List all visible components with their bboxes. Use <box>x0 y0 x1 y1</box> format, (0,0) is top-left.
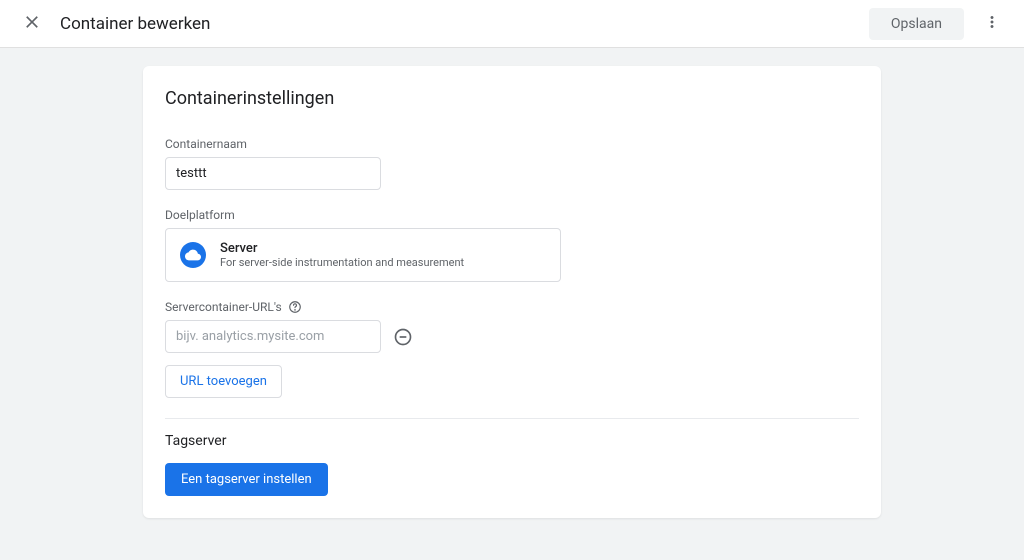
container-name-label: Containernaam <box>165 137 859 151</box>
help-icon[interactable] <box>288 300 302 314</box>
tagserver-title: Tagserver <box>165 433 859 449</box>
platform-label: Doelplatform <box>165 208 859 222</box>
urls-group: Servercontainer-URL's URL toevoegen <box>165 300 859 398</box>
settings-title: Containerinstellingen <box>165 88 859 109</box>
url-row <box>165 320 859 353</box>
platform-text: Server For server-side instrumentation a… <box>220 241 464 269</box>
add-url-button[interactable]: URL toevoegen <box>165 365 282 398</box>
urls-label-text: Servercontainer-URL's <box>165 300 282 314</box>
url-input[interactable] <box>165 320 381 353</box>
remove-circle-icon <box>393 332 413 351</box>
settings-card: Containerinstellingen Containernaam Doel… <box>143 66 881 518</box>
urls-label: Servercontainer-URL's <box>165 300 859 314</box>
platform-group: Doelplatform Server For server-side inst… <box>165 208 859 282</box>
page-title: Container bewerken <box>60 14 210 34</box>
close-icon <box>22 12 42 36</box>
more-vert-icon <box>983 13 1001 35</box>
close-button[interactable] <box>12 4 52 44</box>
cloud-icon <box>180 242 206 268</box>
more-button[interactable] <box>972 4 1012 44</box>
setup-tagserver-button[interactable]: Een tagserver instellen <box>165 463 328 496</box>
divider <box>165 418 859 419</box>
platform-selector[interactable]: Server For server-side instrumentation a… <box>165 228 561 282</box>
container-name-input[interactable] <box>165 157 381 190</box>
save-button[interactable]: Opslaan <box>869 8 964 40</box>
platform-name: Server <box>220 241 464 256</box>
container-name-group: Containernaam <box>165 137 859 190</box>
remove-url-button[interactable] <box>393 327 413 347</box>
content-area: Containerinstellingen Containernaam Doel… <box>0 48 1024 536</box>
platform-description: For server-side instrumentation and meas… <box>220 256 464 269</box>
header: Container bewerken Opslaan <box>0 0 1024 48</box>
